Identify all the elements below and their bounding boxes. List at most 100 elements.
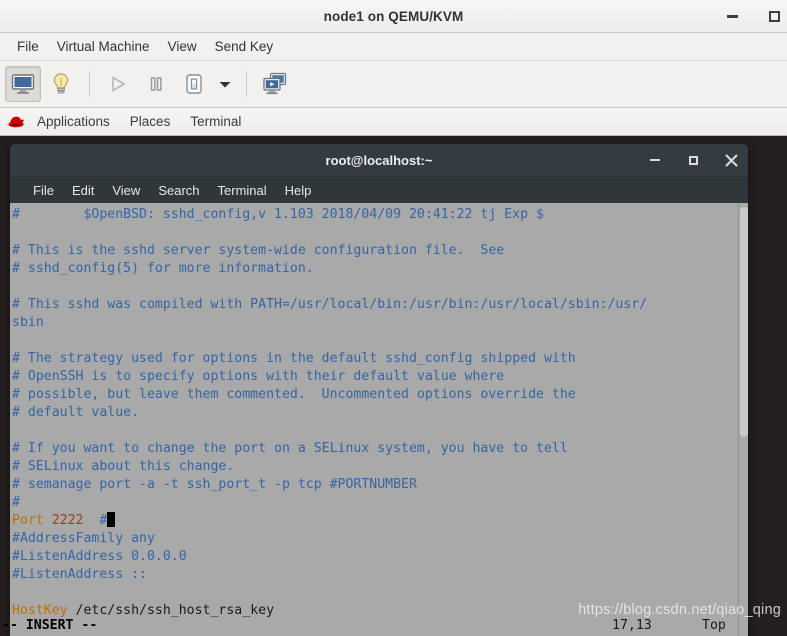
vim-status-line: -- INSERT -- 17,13 Top <box>2 617 775 635</box>
terminal-text-span: #ListenAddress :: <box>12 567 147 582</box>
terminal-text-span: HostKey <box>12 603 68 618</box>
terminal-text-span: # <box>12 495 20 510</box>
terminal-body[interactable]: # $OpenBSD: sshd_config,v 1.103 2018/04/… <box>10 203 748 636</box>
terminal-line: # sshd_config(5) for more information. <box>12 260 738 278</box>
terminal-menu-help[interactable]: Help <box>276 181 321 200</box>
close-icon <box>725 154 737 166</box>
vm-maximize-button[interactable] <box>763 5 785 27</box>
terminal-menubar: File Edit View Search Terminal Help <box>10 177 748 203</box>
terminal-maximize-button[interactable] <box>680 147 706 173</box>
terminal-text-span: # OpenSSH is to specify options with the… <box>12 369 505 384</box>
toolbar-snapshots-button[interactable] <box>257 66 293 102</box>
terminal-text-span: #AddressFamily any <box>12 531 155 546</box>
vim-scroll-indicator: Top <box>702 618 726 633</box>
terminal-line: #ListenAddress 0.0.0.0 <box>12 548 738 566</box>
gnome-terminal-window: root@localhost:~ File Edit View Search T… <box>10 144 748 636</box>
terminal-line: # default value. <box>12 404 738 422</box>
vm-window-controls <box>721 0 787 32</box>
terminal-text-span: # This sshd was compiled with PATH=/usr/… <box>12 297 648 312</box>
terminal-line: # This sshd was compiled with PATH=/usr/… <box>12 296 738 314</box>
toolbar-separator-1 <box>89 71 90 97</box>
terminal-text-span: # possible, but leave them commented. Un… <box>12 387 576 402</box>
terminal-text-span: Port <box>12 513 52 528</box>
virt-manager-window: node1 on QEMU/KVM File Virtual Machine V… <box>0 0 787 636</box>
terminal-text-span: # $OpenBSD: sshd_config,v 1.103 2018/04/… <box>12 207 544 222</box>
shutdown-power-icon <box>186 74 202 94</box>
terminal-line: # If you want to change the port on a SE… <box>12 440 738 458</box>
terminal-scrollbar-thumb[interactable] <box>740 207 748 437</box>
toolbar-details-button[interactable] <box>43 66 79 102</box>
terminal-line: # possible, but leave them commented. Un… <box>12 386 738 404</box>
vm-menu-virtual-machine[interactable]: Virtual Machine <box>48 36 159 57</box>
terminal-text-span: sbin <box>12 315 44 330</box>
toolbar-shutdown-button[interactable] <box>176 66 212 102</box>
terminal-titlebar: root@localhost:~ <box>10 144 748 177</box>
terminal-window-controls <box>642 144 744 176</box>
vm-toolbar <box>0 61 787 108</box>
gnome-menu-applications[interactable]: Applications <box>27 111 120 132</box>
terminal-menu-file[interactable]: File <box>24 181 63 200</box>
terminal-text-span: #ListenAddress 0.0.0.0 <box>12 549 187 564</box>
terminal-text-span: # If you want to change the port on a SE… <box>12 441 568 456</box>
terminal-line: # <box>12 494 738 512</box>
terminal-text-span: # The strategy used for options in the d… <box>12 351 576 366</box>
terminal-close-button[interactable] <box>718 147 744 173</box>
terminal-line: # This is the sshd server system-wide co… <box>12 242 738 260</box>
vim-cursor-position: 17,13 <box>612 618 652 633</box>
run-play-icon <box>112 76 125 92</box>
watermark: https://blog.csdn.net/qiao_qing <box>578 602 781 618</box>
console-view-icon <box>11 74 35 94</box>
terminal-text-span: # semanage port -a -t ssh_port_t -p tcp … <box>12 477 417 492</box>
vm-menubar: File Virtual Machine View Send Key <box>0 33 787 61</box>
vim-mode-indicator: -- INSERT -- <box>2 618 98 633</box>
terminal-text-span: # This is the sshd server system-wide co… <box>12 243 505 258</box>
terminal-scrollbar[interactable] <box>738 203 748 636</box>
guest-desktop: root@localhost:~ File Edit View Search T… <box>0 136 787 636</box>
terminal-text-span: 2222 <box>51 513 84 528</box>
terminal-menu-edit[interactable]: Edit <box>63 181 103 200</box>
vm-minimize-button[interactable] <box>721 5 743 27</box>
vm-menu-send-key[interactable]: Send Key <box>206 36 283 57</box>
terminal-line: # SELinux about this change. <box>12 458 738 476</box>
minimize-icon <box>726 14 738 18</box>
gnome-menu-terminal[interactable]: Terminal <box>180 111 251 132</box>
terminal-text-span: # default value. <box>12 405 140 420</box>
terminal-menu-view[interactable]: View <box>103 181 149 200</box>
minimize-icon <box>650 158 660 162</box>
vm-menu-file[interactable]: File <box>8 36 48 57</box>
terminal-line: #AddressFamily any <box>12 530 738 548</box>
vm-window-title: node1 on QEMU/KVM <box>323 8 464 24</box>
redhat-logo-icon <box>6 114 26 130</box>
maximize-icon <box>688 155 698 165</box>
terminal-text-span: /etc/ssh/ssh_host_rsa_key <box>67 603 275 618</box>
terminal-line: sbin <box>12 314 738 332</box>
terminal-minimize-button[interactable] <box>642 147 668 173</box>
terminal-line: # $OpenBSD: sshd_config,v 1.103 2018/04/… <box>12 206 738 224</box>
details-lightbulb-icon <box>53 73 69 94</box>
toolbar-separator-2 <box>246 71 247 97</box>
chevron-down-icon <box>219 82 231 88</box>
snapshots-icon <box>263 72 287 95</box>
terminal-window-title: root@localhost:~ <box>325 152 433 168</box>
toolbar-console-button[interactable] <box>5 66 41 102</box>
pause-icon <box>150 77 162 91</box>
terminal-line: #ListenAddress :: <box>12 566 738 584</box>
terminal-menu-terminal[interactable]: Terminal <box>209 181 276 200</box>
terminal-line: # The strategy used for options in the d… <box>12 350 738 368</box>
gnome-menu-places[interactable]: Places <box>120 111 181 132</box>
terminal-line: # semanage port -a -t ssh_port_t -p tcp … <box>12 476 738 494</box>
maximize-icon <box>768 10 780 22</box>
terminal-text-span: # sshd_config(5) for more information. <box>12 261 314 276</box>
vm-titlebar: node1 on QEMU/KVM <box>0 0 787 33</box>
terminal-text-span: # SELinux about this change. <box>12 459 235 474</box>
toolbar-pause-button[interactable] <box>138 66 174 102</box>
toolbar-shutdown-dropdown[interactable] <box>214 66 236 102</box>
toolbar-run-button[interactable] <box>100 66 136 102</box>
terminal-line: # OpenSSH is to specify options with the… <box>12 368 738 386</box>
vm-menu-view[interactable]: View <box>159 36 206 57</box>
terminal-menu-search[interactable]: Search <box>149 181 208 200</box>
vim-editor-buffer[interactable]: # $OpenBSD: sshd_config,v 1.103 2018/04/… <box>10 203 738 636</box>
